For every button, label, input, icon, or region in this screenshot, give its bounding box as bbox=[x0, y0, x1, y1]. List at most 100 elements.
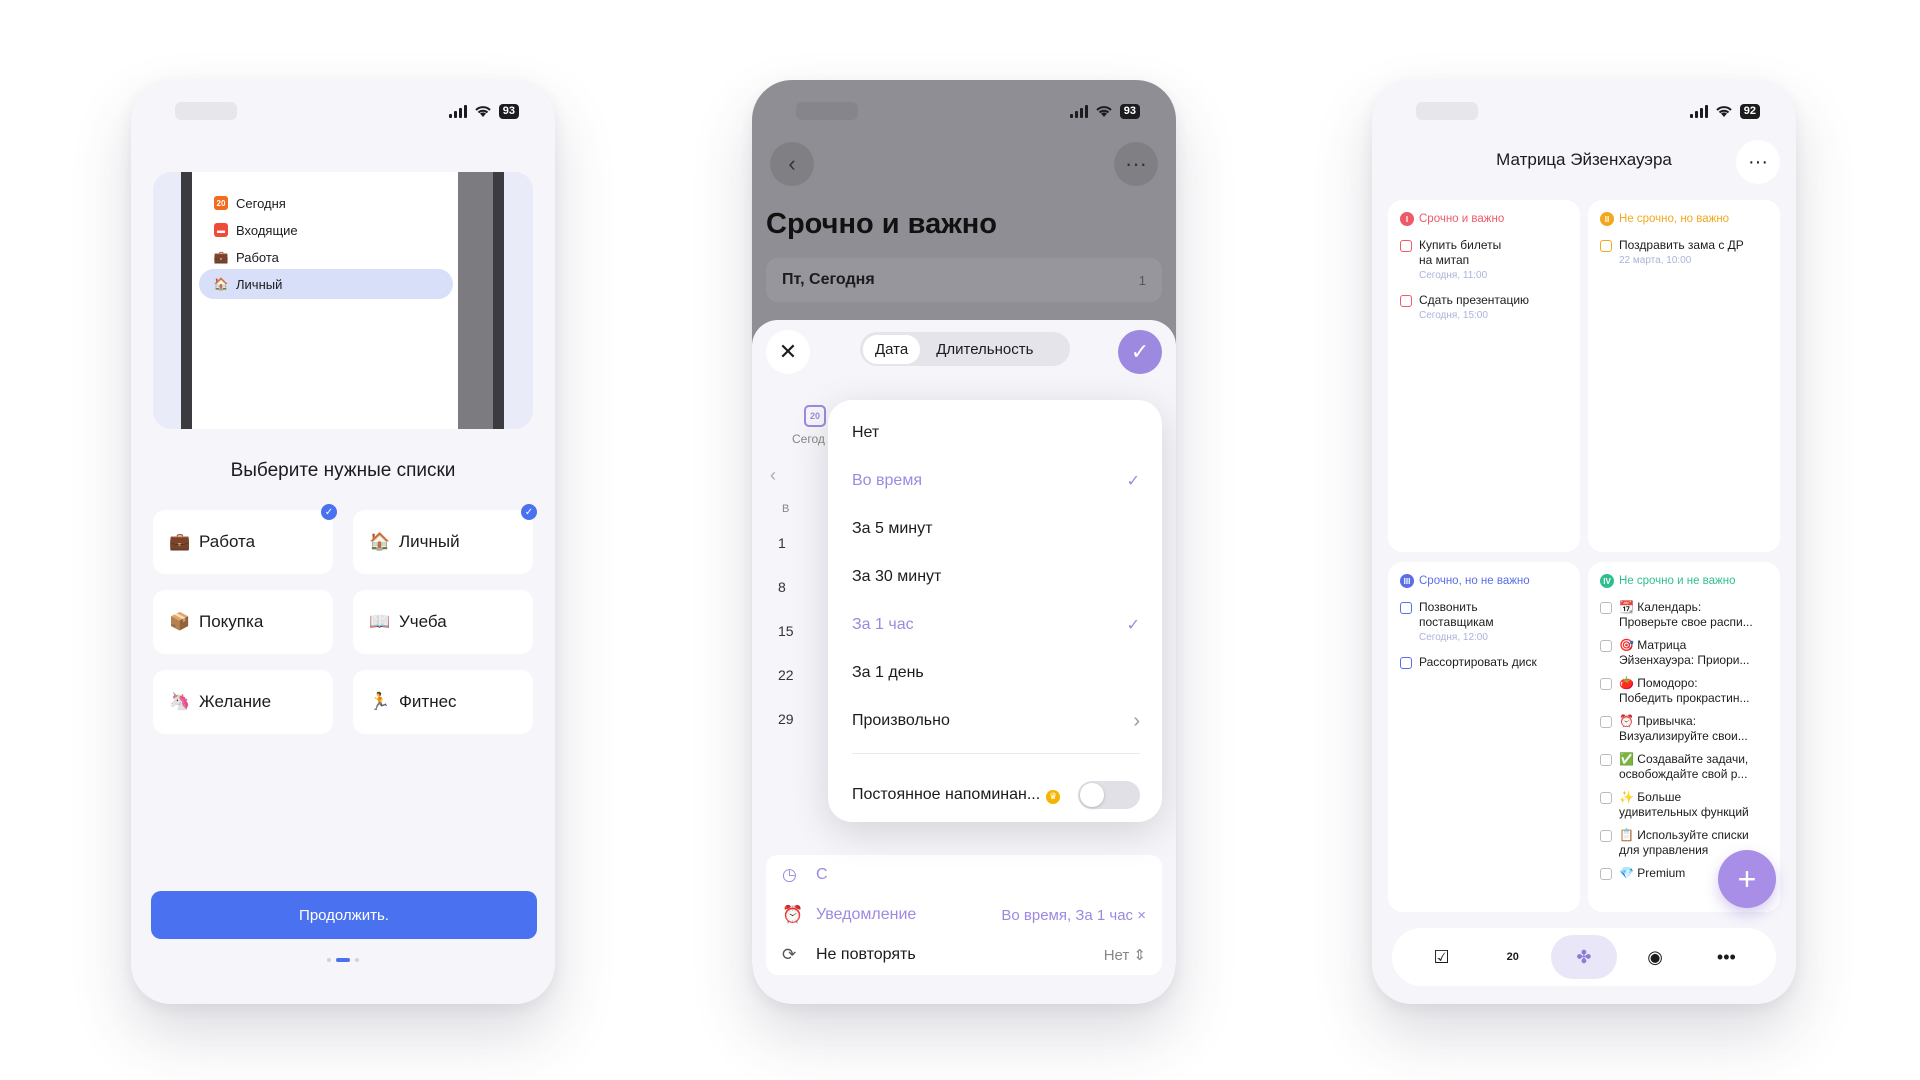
calendar-day[interactable]: 15 bbox=[778, 623, 794, 639]
preview-item: 20 Сегодня bbox=[199, 188, 453, 218]
clear-icon[interactable]: × bbox=[1137, 907, 1146, 924]
back-button[interactable]: ‹ bbox=[770, 142, 814, 186]
reminder-option-label: Нет bbox=[852, 424, 880, 441]
battery-icon: 93 bbox=[498, 103, 519, 119]
quadrant-header[interactable]: IV Не срочно и не важно bbox=[1600, 574, 1768, 588]
date-row[interactable]: Пт, Сегодня 1 bbox=[766, 258, 1162, 302]
carrier-blur bbox=[175, 102, 237, 120]
focus-icon[interactable]: ◉ bbox=[1622, 935, 1688, 979]
task-item[interactable]: Позвонить поставщикам Сегодня, 12:00 bbox=[1400, 600, 1568, 645]
task-checkbox[interactable] bbox=[1400, 240, 1412, 252]
more-icon: ··· bbox=[1125, 151, 1147, 176]
more-icon: ··· bbox=[1748, 150, 1768, 173]
list-card[interactable]: 🏠 Личный ✓ bbox=[353, 504, 537, 574]
more-icon[interactable]: ••• bbox=[1693, 935, 1759, 979]
quadrant: I Срочно и важно Купить билеты на митап Сег… bbox=[1388, 200, 1580, 552]
list-emoji-icon: 📖 bbox=[369, 612, 391, 631]
continue-button[interactable]: Продолжить. bbox=[151, 891, 537, 939]
task-checkbox[interactable] bbox=[1600, 830, 1612, 842]
battery-icon: 93 bbox=[1119, 103, 1140, 119]
chevron-updown-icon: ⇕ bbox=[1133, 947, 1146, 964]
persistent-reminder-row[interactable]: Постоянное напоминан... ♛ bbox=[852, 772, 1140, 818]
wifi-icon bbox=[1096, 105, 1112, 117]
tab-date[interactable]: Дата bbox=[863, 334, 921, 364]
list-card[interactable]: 📦 Покупка bbox=[153, 590, 333, 654]
task-checkbox[interactable] bbox=[1600, 716, 1612, 728]
task-item[interactable]: Поздравить зама с ДР 22 марта, 10:00 bbox=[1600, 238, 1768, 268]
status-bar: 93 bbox=[175, 100, 519, 122]
task-checkbox[interactable] bbox=[1600, 678, 1612, 690]
task-item[interactable]: Сдать презентацию Сегодня, 15:00 bbox=[1400, 293, 1568, 323]
task-title: Поздравить зама с ДР bbox=[1619, 238, 1744, 252]
today-shortcut[interactable]: Сегод bbox=[792, 432, 825, 446]
task-item[interactable]: ✨ Больше удивительных функций bbox=[1600, 790, 1768, 820]
reminder-option[interactable]: Нет bbox=[852, 410, 1140, 456]
calendar-day[interactable]: 29 bbox=[778, 711, 794, 727]
task-checkbox[interactable] bbox=[1600, 754, 1612, 766]
task-checkbox[interactable] bbox=[1400, 295, 1412, 307]
task-item[interactable]: 🎯 Матрица Эйзенхауэра: Приори... bbox=[1600, 638, 1768, 668]
calendar-day[interactable]: 8 bbox=[778, 579, 786, 595]
calendar-day[interactable]: 22 bbox=[778, 667, 794, 683]
task-body: 🎯 Матрица Эйзенхауэра: Приори... bbox=[1619, 638, 1749, 668]
task-item[interactable]: ✅ Создавайте задачи, освобождайте свой р… bbox=[1600, 752, 1768, 782]
task-item[interactable]: ⏰ Привычка: Визуализируйте свои... bbox=[1600, 714, 1768, 744]
reminder-option[interactable]: Во время ✓ bbox=[852, 458, 1140, 504]
task-item[interactable]: Рассортировать диск bbox=[1400, 655, 1568, 670]
repeat-row[interactable]: ⟳ Не повторять Нет ⇕ bbox=[782, 935, 1146, 975]
task-checkbox[interactable] bbox=[1600, 640, 1612, 652]
task-checkbox[interactable] bbox=[1600, 602, 1612, 614]
battery-icon: 92 bbox=[1739, 103, 1760, 119]
confirm-button[interactable]: ✓ bbox=[1118, 330, 1162, 374]
quadrant-header[interactable]: II Не срочно, но важно bbox=[1600, 212, 1768, 226]
calendar-icon[interactable]: 20 bbox=[1480, 935, 1546, 979]
reminder-option[interactable]: За 1 день bbox=[852, 650, 1140, 696]
reminder-option[interactable]: За 1 час ✓ bbox=[852, 602, 1140, 648]
bottom-tabbar: ☑ 20 ✤ ◉ ••• bbox=[1392, 928, 1776, 986]
more-button[interactable]: ··· bbox=[1114, 142, 1158, 186]
reminder-option-label: За 30 минут bbox=[852, 568, 942, 585]
task-checkbox[interactable] bbox=[1600, 240, 1612, 252]
reminder-option[interactable]: За 30 минут bbox=[852, 554, 1140, 600]
task-body: 📆 Календарь: Проверьте свое распи... bbox=[1619, 600, 1753, 630]
list-card[interactable]: 🦄 Желание bbox=[153, 670, 333, 734]
preview-item-label: Входящие bbox=[236, 222, 298, 238]
persistent-reminder-toggle[interactable] bbox=[1078, 781, 1140, 809]
calendar-day[interactable]: 1 bbox=[778, 535, 786, 551]
task-checkbox[interactable] bbox=[1400, 602, 1412, 614]
time-row[interactable]: ◷ С bbox=[782, 855, 1146, 895]
task-item[interactable]: Купить билеты на митап Сегодня, 11:00 bbox=[1400, 238, 1568, 283]
tab-duration[interactable]: Длительность bbox=[924, 335, 1045, 364]
task-body: Поздравить зама с ДР 22 марта, 10:00 bbox=[1619, 238, 1744, 268]
quadrant-header[interactable]: III Срочно, но не важно bbox=[1400, 574, 1568, 588]
reminder-option[interactable]: За 5 минут bbox=[852, 506, 1140, 552]
list-card[interactable]: 🏃 Фитнес bbox=[353, 670, 533, 734]
add-task-button[interactable]: + bbox=[1718, 850, 1776, 908]
task-title: Позвонить поставщикам bbox=[1419, 600, 1494, 629]
checkbox-icon[interactable]: ☑ bbox=[1409, 935, 1475, 979]
list-card[interactable]: 💼 Работа ✓ bbox=[153, 504, 337, 574]
quadrant-title: Срочно и важно bbox=[1419, 213, 1505, 225]
more-button[interactable]: ··· bbox=[1736, 140, 1780, 184]
chevron-left-icon[interactable]: ‹ bbox=[770, 465, 776, 486]
clock-icon: ◷ bbox=[782, 865, 797, 884]
task-checkbox[interactable] bbox=[1400, 657, 1412, 669]
list-card[interactable]: 📖 Учеба bbox=[353, 590, 533, 654]
task-checkbox[interactable] bbox=[1600, 868, 1612, 880]
notification-row[interactable]: ⏰ Уведомление Во время, За 1 час × bbox=[782, 895, 1146, 935]
calendar-icon: 20 bbox=[804, 405, 826, 427]
reminder-option-label: За 1 день bbox=[852, 664, 924, 681]
reminder-option-label: За 1 час bbox=[852, 616, 914, 633]
preview-item-label: Работа bbox=[236, 249, 279, 265]
lists-preview: 20 Сегодня ▬ Входящие 💼 Работа 🏠 Личный bbox=[153, 172, 533, 429]
matrix-icon[interactable]: ✤ bbox=[1550, 935, 1617, 979]
quadrant-header[interactable]: I Срочно и важно bbox=[1400, 212, 1568, 226]
task-item[interactable]: 📆 Календарь: Проверьте свое распи... bbox=[1600, 600, 1768, 630]
reminder-option[interactable]: Произвольно › bbox=[852, 698, 1140, 744]
carrier-blur bbox=[796, 102, 858, 120]
close-button[interactable]: ✕ bbox=[766, 330, 810, 374]
task-body: Сдать презентацию Сегодня, 15:00 bbox=[1419, 293, 1529, 323]
quadrant-title: Не срочно и не важно bbox=[1619, 575, 1736, 587]
task-item[interactable]: 🍅 Помодоро: Победить прокрастин... bbox=[1600, 676, 1768, 706]
task-checkbox[interactable] bbox=[1600, 792, 1612, 804]
